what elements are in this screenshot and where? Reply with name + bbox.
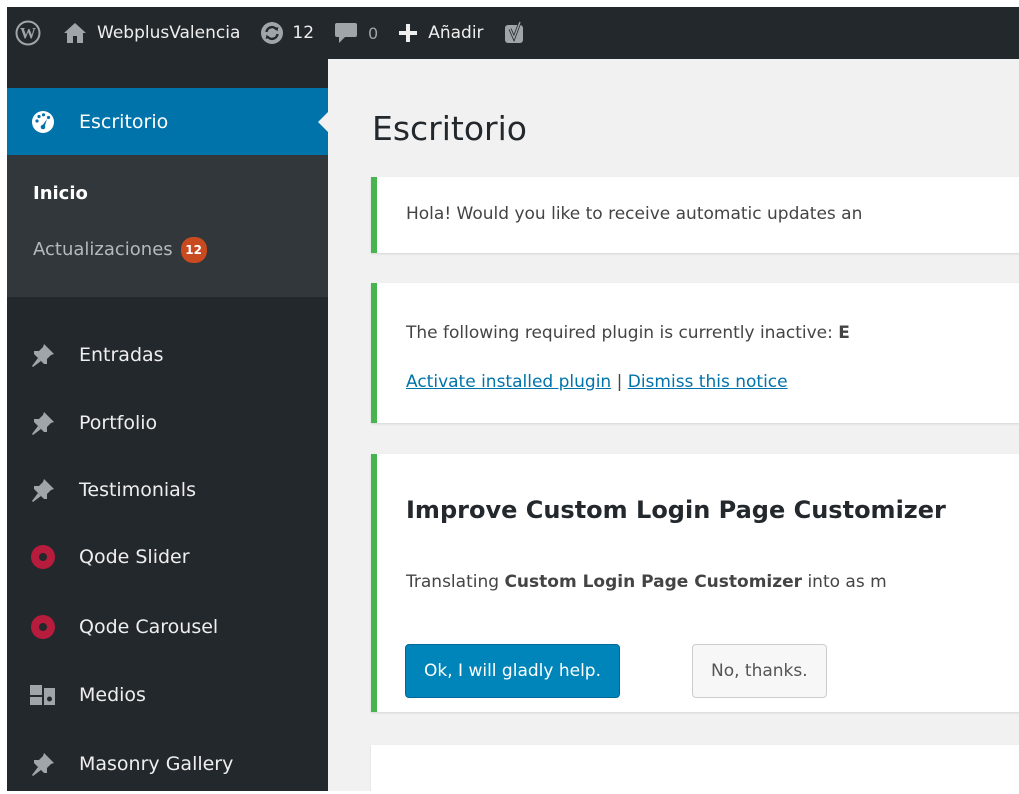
auto-updates-notice: Hola! Would you like to receive automati… — [371, 177, 1019, 253]
home-icon — [64, 23, 86, 43]
updates-button[interactable]: 12 — [250, 7, 324, 59]
site-name: WebplusValencia — [97, 23, 241, 43]
activate-plugin-link[interactable]: Activate installed plugin — [406, 372, 611, 392]
yoast-seo-button[interactable] — [494, 7, 538, 59]
menu-label-escritorio: Escritorio — [79, 110, 169, 133]
new-content-button[interactable]: Añadir — [388, 7, 493, 59]
wordpress-logo-icon: W — [15, 20, 41, 46]
dashboard-widget-panel — [371, 745, 1019, 791]
translation-notice-heading: Improve Custom Login Page Customizer — [406, 496, 946, 524]
pin-icon — [7, 477, 79, 503]
main-content: Escritorio Hola! Would you like to recei… — [328, 59, 1019, 791]
menu-item-entradas[interactable]: Entradas — [7, 325, 328, 385]
menu-label-qode-carousel: Qode Carousel — [79, 616, 219, 638]
menu-item-qode-carousel[interactable]: Qode Carousel — [7, 597, 328, 657]
plus-icon — [399, 24, 418, 42]
translation-text-suffix: into as m — [802, 572, 887, 592]
menu-item-portfolio[interactable]: Portfolio — [7, 393, 328, 453]
qode-icon — [7, 614, 79, 640]
menu-label-qode-slider: Qode Slider — [79, 546, 190, 568]
updates-count: 12 — [292, 23, 315, 43]
page-title: Escritorio — [372, 109, 527, 148]
translation-plugin-name: Custom Login Page Customizer — [504, 572, 803, 592]
wordpress-logo-button[interactable]: W — [7, 7, 53, 59]
translation-notice-text: Translating Custom Login Page Customizer… — [406, 572, 887, 592]
required-plugin-text-prefix: The following required plugin is current… — [406, 323, 839, 343]
menu-item-medios[interactable]: Medios — [7, 665, 328, 725]
new-content-label: Añadir — [428, 23, 484, 43]
update-count-badge: 12 — [180, 237, 207, 263]
dashboard-submenu: Inicio Actualizaciones 12 — [7, 155, 328, 297]
yoast-icon — [504, 21, 523, 43]
menu-item-testimonials[interactable]: Testimonials — [7, 460, 328, 520]
site-name-button[interactable]: WebplusValencia — [53, 7, 250, 59]
submenu-label-actualizaciones: Actualizaciones — [33, 239, 173, 260]
menu-item-escritorio[interactable]: Escritorio — [7, 88, 328, 155]
gladly-help-button[interactable]: Ok, I will gladly help. — [405, 644, 620, 698]
pin-icon — [7, 751, 79, 777]
dismiss-notice-link[interactable]: Dismiss this notice — [628, 372, 788, 392]
menu-label-entradas: Entradas — [79, 344, 164, 366]
pin-icon — [7, 410, 79, 436]
media-icon — [7, 682, 79, 708]
submenu-item-inicio[interactable]: Inicio — [33, 183, 88, 204]
menu-item-qode-slider[interactable]: Qode Slider — [7, 527, 328, 587]
menu-label-medios: Medios — [79, 684, 146, 706]
menu-label-testimonials: Testimonials — [79, 479, 196, 501]
required-plugin-name: E — [838, 323, 850, 343]
refresh-icon — [261, 22, 284, 44]
no-thanks-button[interactable]: No, thanks. — [692, 644, 827, 698]
required-plugin-notice: The following required plugin is current… — [371, 283, 1019, 423]
comments-button[interactable]: 0 — [324, 7, 388, 59]
required-plugin-actions: Activate installed plugin | Dismiss this… — [406, 372, 788, 392]
admin-sidebar: Escritorio Inicio Actualizaciones 12 Entr… — [7, 59, 328, 791]
menu-item-masonry-gallery[interactable]: Masonry Gallery — [7, 734, 328, 794]
menu-label-masonry-gallery: Masonry Gallery — [79, 753, 234, 775]
menu-label-portfolio: Portfolio — [79, 412, 158, 434]
dashboard-icon — [7, 110, 79, 134]
auto-updates-notice-text: Hola! Would you like to receive automati… — [406, 204, 863, 224]
comment-icon — [335, 23, 358, 43]
qode-icon — [7, 544, 79, 570]
svg-text:W: W — [20, 26, 36, 43]
pin-icon — [7, 342, 79, 368]
admin-bar: W WebplusValencia 12 0 Añadir — [7, 7, 1019, 59]
submenu-item-actualizaciones[interactable]: Actualizaciones 12 — [33, 237, 207, 263]
translation-notice: Improve Custom Login Page Customizer Tra… — [371, 454, 1019, 712]
comments-count: 0 — [368, 23, 379, 43]
link-separator: | — [611, 372, 628, 392]
translation-text-prefix: Translating — [406, 572, 505, 592]
submenu-label-inicio: Inicio — [33, 183, 88, 204]
required-plugin-text: The following required plugin is current… — [406, 323, 850, 343]
